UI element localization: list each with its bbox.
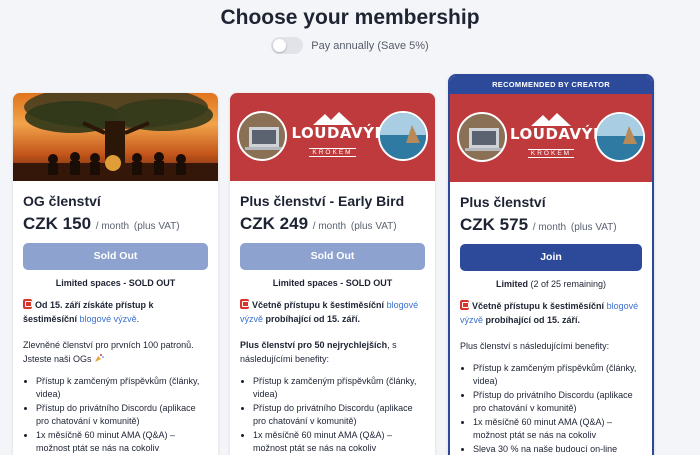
logo-sub-text: KROKEM — [527, 149, 575, 158]
feature-item: 1x měsíčně 60 minut AMA (Q&A) – možnost … — [36, 429, 208, 455]
description-bold: Plus členství pro 50 nejrychlejších — [240, 340, 388, 350]
feature-list: Přístup k zamčeným příspěvkům (články, v… — [240, 375, 425, 455]
feature-list: Přístup k zamčeným příspěvkům (články, v… — [460, 362, 642, 455]
plan-description: Plus členství pro 50 nejrychlejších, s n… — [240, 338, 425, 366]
remaining-count: (2 of 25 remaining) — [530, 279, 607, 289]
note-suffix: probíhající od 15. září. — [485, 315, 581, 325]
feature-item: Přístup k zamčeným příspěvkům (články, v… — [253, 375, 425, 401]
price-amount: CZK 150 — [23, 214, 92, 233]
feature-item: 1x měsíčně 60 minut AMA (Q&A) – možnost … — [473, 416, 642, 442]
note-text: Od 15. září získáte přístup k — [35, 300, 154, 310]
plan-name: Plus členství — [460, 194, 546, 210]
plan-price: CZK 150 / month (plus VAT) — [23, 214, 208, 234]
laptop-photo-icon — [237, 111, 287, 161]
plan-name: OG členství — [23, 193, 101, 209]
mountain-logo-icon — [531, 113, 571, 126]
price-amount: CZK 249 — [240, 214, 309, 233]
feature-item: Přístup do privátního Discordu (aplikace… — [473, 389, 642, 415]
badge-icon — [23, 299, 32, 309]
billing-toggle-row: Pay annually (Save 5%) — [0, 37, 700, 54]
membership-card-og: OG členství CZK 150 / month (plus VAT) S… — [13, 93, 218, 455]
price-vat: (plus VAT) — [570, 222, 617, 233]
feature-item: Přístup do privátního Discordu (aplikace… — [253, 402, 425, 428]
join-button[interactable]: Join — [460, 244, 642, 271]
logo-main-text: LOUDAVÝM — [291, 124, 390, 142]
challenge-note: Včetně přístupu k šestiměsíční blogové v… — [240, 298, 425, 326]
note-bold: Včetně přístupu k šestiměsíční — [472, 301, 605, 311]
membership-card-early-bird: LOUDAVÝM KROKEM Plus členství - Early Bi… — [230, 93, 435, 455]
plan-name: Plus členství - Early Bird — [240, 193, 405, 209]
laptop-photo-icon — [457, 112, 507, 162]
pay-annually-toggle[interactable] — [271, 37, 304, 54]
feature-item: Přístup k zamčeným příspěvkům (články, v… — [36, 375, 208, 401]
logo-sub-text: KROKEM — [309, 148, 356, 157]
tree-gathering-image — [13, 93, 218, 181]
limit-label: Limited — [495, 279, 528, 289]
membership-card-plus: RECOMMENDED BY CREATOR LOUDAVÝM KROKEM P… — [448, 74, 654, 455]
plan-description: Zlevněné členství pro prvních 100 patron… — [23, 338, 208, 366]
page-title: Choose your membership — [220, 6, 480, 29]
price-period: / month — [532, 222, 567, 233]
plan-description: Plus členství s následujícími benefity: — [460, 341, 610, 351]
blog-challenge-link[interactable]: blogové výzvě — [80, 314, 137, 324]
feature-item: Přístup do privátního Discordu (aplikace… — [36, 402, 208, 428]
coast-photo-icon — [378, 111, 428, 161]
party-popper-icon — [95, 354, 104, 362]
price-vat: (plus VAT) — [350, 221, 397, 232]
feature-item: Přístup k zamčeným příspěvkům (články, v… — [473, 362, 642, 388]
sold-out-button[interactable]: Sold Out — [240, 243, 425, 270]
price-vat: (plus VAT) — [133, 221, 180, 232]
mountain-logo-icon — [312, 112, 353, 125]
feature-item: Sleva 30 % na naše budoucí on-line — [473, 443, 642, 455]
note-suffix: . — [136, 314, 140, 324]
limit-text: Limited spaces - SOLD OUT — [55, 278, 176, 288]
price-period: / month — [95, 221, 130, 232]
sold-out-button[interactable]: Sold Out — [23, 243, 208, 270]
feature-list: Přístup k zamčeným příspěvkům (články, v… — [23, 375, 208, 455]
logo-main-text: LOUDAVÝM — [510, 125, 609, 143]
recommended-ribbon: RECOMMENDED BY CREATOR — [450, 76, 652, 94]
note-bold: Včetně přístupu k šestiměsíční — [252, 300, 385, 310]
toggle-label: Pay annually (Save 5%) — [311, 39, 429, 52]
coast-photo-icon — [595, 112, 645, 162]
description-text: Zlevněné členství pro prvních 100 patron… — [23, 340, 194, 364]
toggle-knob — [273, 39, 287, 52]
limit-text: Limited (2 of 25 remaining) — [460, 279, 642, 289]
card-banner-image: LOUDAVÝM KROKEM — [450, 94, 652, 182]
brand-logo: LOUDAVÝM KROKEM — [291, 111, 390, 159]
price-period: / month — [312, 221, 347, 232]
challenge-note: Včetně přístupu k šestiměsíční blogové v… — [460, 299, 642, 327]
note-bold: šestiměsíční — [23, 314, 78, 324]
plan-price: CZK 575 / month (plus VAT) — [460, 215, 642, 235]
card-banner-image — [13, 93, 218, 181]
challenge-note: Od 15. září získáte přístup k šestiměsíč… — [23, 298, 208, 326]
note-suffix: probíhající od 15. září. — [265, 314, 361, 324]
card-banner-image: LOUDAVÝM KROKEM — [230, 93, 435, 181]
brand-logo: LOUDAVÝM KROKEM — [510, 112, 609, 160]
badge-icon — [460, 300, 469, 310]
limit-text: Limited spaces - SOLD OUT — [272, 278, 393, 288]
feature-item: 1x měsíčně 60 minut AMA (Q&A) – možnost … — [253, 429, 425, 455]
price-amount: CZK 575 — [460, 215, 529, 234]
plan-price: CZK 249 / month (plus VAT) — [240, 214, 425, 234]
badge-icon — [240, 299, 249, 309]
